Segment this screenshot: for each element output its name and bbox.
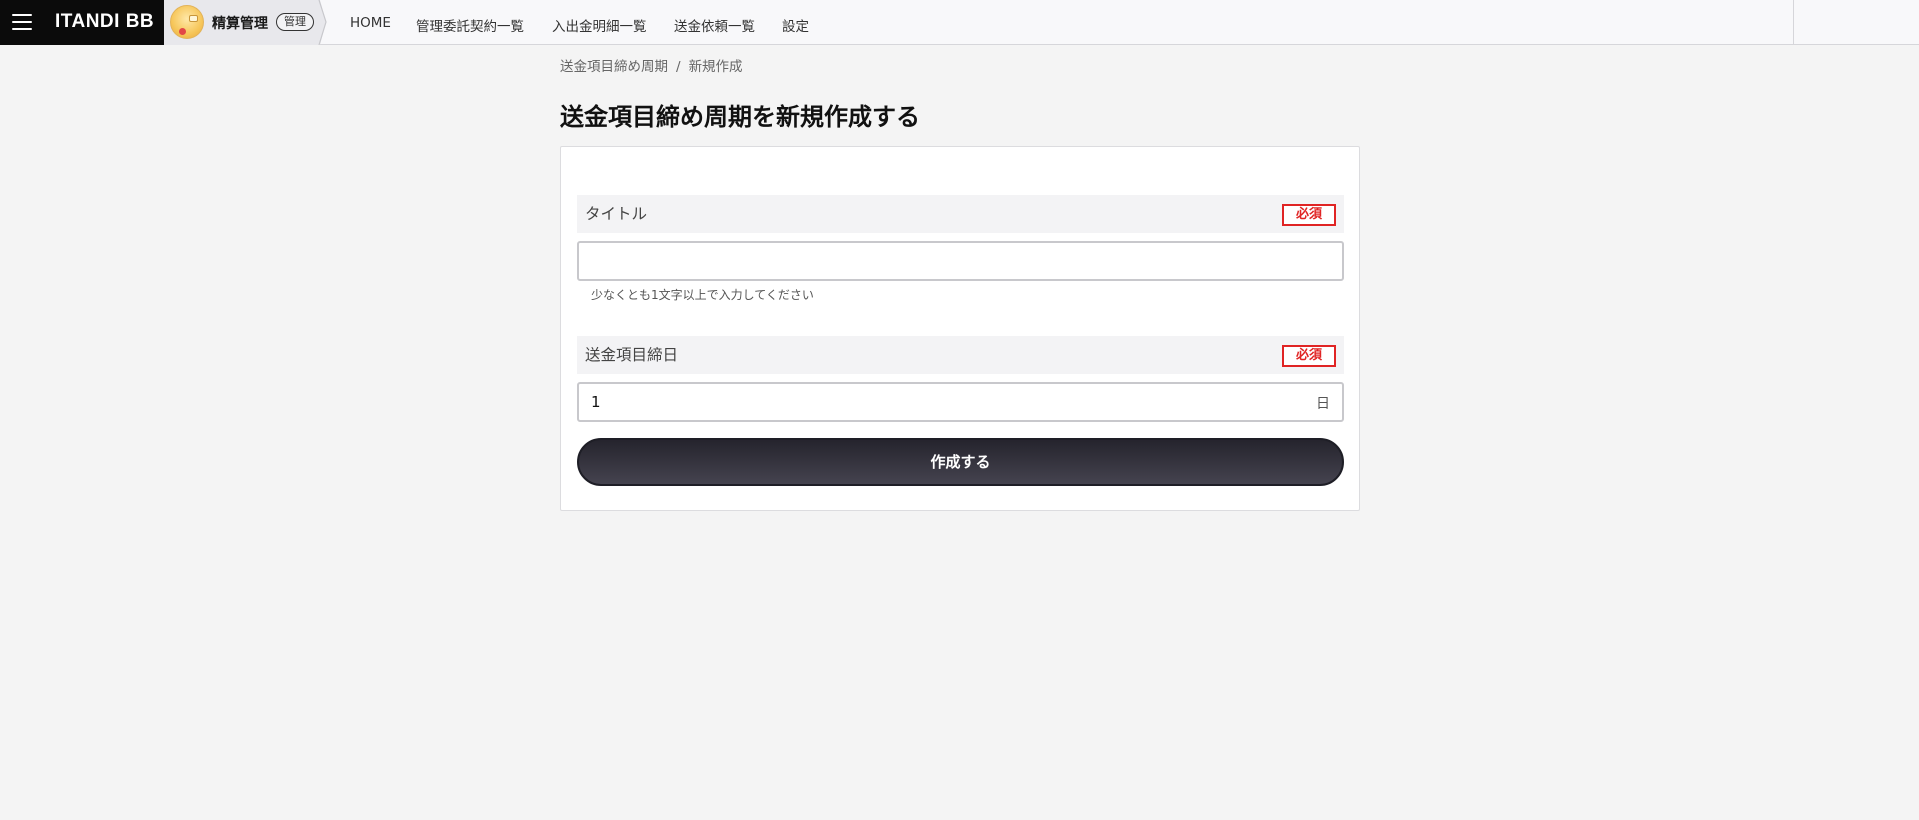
closing-day-value[interactable]: 1 <box>591 393 601 411</box>
required-badge: 必須 <box>1282 204 1336 226</box>
brand-block: ITANDI BB <box>0 0 164 45</box>
create-button[interactable]: 作成する <box>577 438 1344 486</box>
nav-remittance-requests[interactable]: 送金依頼一覧 <box>674 15 755 35</box>
form-card: タイトル 必須 少なくとも1文字以上で入力してください 送金項目締日 必須 1 … <box>560 146 1360 511</box>
brand-logo[interactable]: ITANDI BB <box>55 11 154 33</box>
title-input[interactable] <box>577 241 1344 281</box>
nav-home[interactable]: HOME <box>350 15 391 31</box>
breadcrumb-separator: / <box>676 59 681 75</box>
app-logo-icon <box>170 5 204 39</box>
menu-icon[interactable] <box>12 13 32 31</box>
nav-transactions[interactable]: 入出金明細一覧 <box>552 15 647 35</box>
chevron-right-icon <box>318 0 327 45</box>
breadcrumb-current: 新規作成 <box>688 59 743 75</box>
closing-day-unit: 日 <box>1316 396 1330 412</box>
closing-day-field-label: 送金項目締日 <box>585 346 679 364</box>
top-header: ITANDI BB 精算管理 管理 HOME 管理委託契約一覧 入出金明細一覧 … <box>0 0 1919 45</box>
page-title: 送金項目締め周期を新規作成する <box>560 103 920 131</box>
nav-management-contracts[interactable]: 管理委託契約一覧 <box>416 15 524 35</box>
header-divider <box>1793 0 1794 45</box>
title-hint: 少なくとも1文字以上で入力してください <box>591 288 814 302</box>
breadcrumb: 送金項目締め周期 / 新規作成 <box>560 55 743 75</box>
role-badge: 管理 <box>276 13 314 31</box>
closing-day-input[interactable]: 1 日 <box>577 382 1344 422</box>
title-field-label: タイトル <box>585 205 648 223</box>
closing-day-field-header: 送金項目締日 必須 <box>577 336 1344 374</box>
nav-settings[interactable]: 設定 <box>782 15 809 35</box>
breadcrumb-parent-link[interactable]: 送金項目締め周期 <box>560 59 668 75</box>
app-name: 精算管理 <box>212 16 268 32</box>
required-badge: 必須 <box>1282 345 1336 367</box>
title-field-header: タイトル 必須 <box>577 195 1344 233</box>
